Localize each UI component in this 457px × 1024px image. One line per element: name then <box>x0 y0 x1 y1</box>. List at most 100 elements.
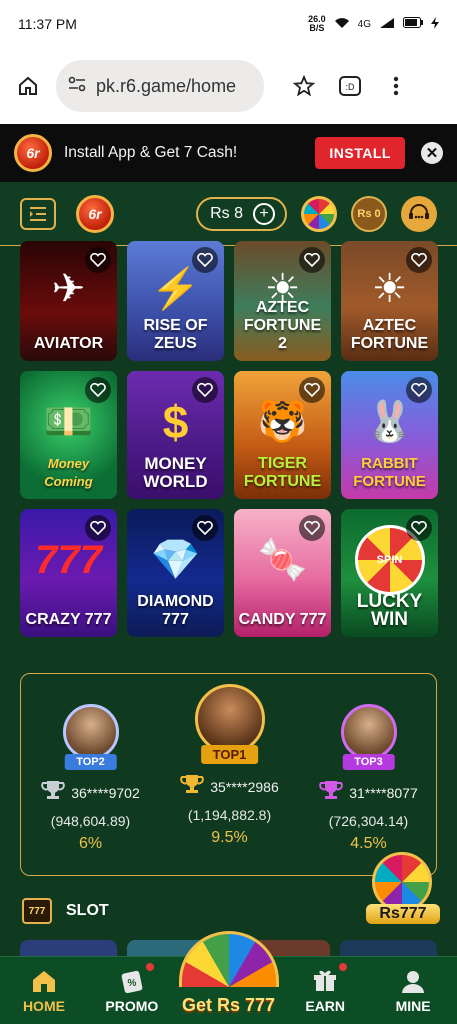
heart-icon[interactable] <box>85 247 111 273</box>
game-title: AZTEC FORTUNE <box>350 317 429 352</box>
game-title: DIAMOND 777 <box>137 593 214 628</box>
slot-section-header[interactable]: 777 SLOT <box>22 898 109 924</box>
star-icon[interactable] <box>290 72 318 100</box>
notification-dot <box>145 963 154 971</box>
network-type: 4G <box>357 18 371 30</box>
network-speed: 26.0 B/S <box>308 15 326 33</box>
bottom-nav: HOME % PROMO Get Rs 777 EARN MINE <box>0 931 457 1024</box>
header-logo[interactable]: 6r <box>76 194 114 233</box>
support-chat-icon[interactable] <box>401 195 437 232</box>
gold-trophy-icon <box>180 774 205 799</box>
tabs-icon[interactable]: :D <box>336 72 364 100</box>
leader-user-id: 36****9702 <box>71 784 140 801</box>
leader-amount: (1,194,882.8) <box>187 807 272 823</box>
heart-icon[interactable] <box>192 515 218 541</box>
game-art: $ <box>162 396 189 449</box>
notification-dot <box>339 963 348 971</box>
game-card-money-coming[interactable]: 💵 Money Coming <box>20 371 117 499</box>
balance-amount: Rs 8 <box>210 204 243 222</box>
more-menu-icon[interactable] <box>382 72 410 100</box>
battery-icon <box>403 17 423 31</box>
heart-icon[interactable] <box>406 377 432 403</box>
menu-toggle-icon[interactable] <box>20 197 56 230</box>
game-card-crazy-777[interactable]: 777 CRAZY 777 <box>20 509 117 637</box>
promo-ticket-icon: % <box>118 968 146 994</box>
game-card-diamond-777[interactable]: 💎 DIAMOND 777 <box>127 509 224 637</box>
game-card-lucky-win[interactable]: SPIN LUCKY WIN <box>341 509 438 637</box>
game-card-rise-of-zeus[interactable]: ⚡ RISE OF ZEUS <box>127 241 224 361</box>
svg-text:%: % <box>127 978 136 989</box>
avatar-frame: TOP1 <box>160 684 299 764</box>
money-bag-icon[interactable]: Rs 0 <box>351 195 387 232</box>
lucky-wheel-icon[interactable] <box>301 195 337 232</box>
game-title: AVIATOR <box>33 335 104 352</box>
heart-icon[interactable] <box>406 515 432 541</box>
status-indicators: 26.0 B/S 4G <box>308 15 439 33</box>
game-grid: ✈ AVIATOR ⚡ RISE OF ZEUS ☀ AZTEC FORTUNE… <box>20 241 438 637</box>
rank-ribbon: TOP2 <box>64 754 117 770</box>
game-title: TIGER FORTUNE <box>243 455 322 490</box>
floating-promo-label: Rs777 <box>366 904 440 924</box>
leaderboard: TOP2 36****9702 (948,604.89) 6% TOP1 35*… <box>20 673 437 876</box>
nav-home[interactable]: HOME <box>0 957 88 1024</box>
game-art: ☀ <box>371 267 408 311</box>
game-title: RABBIT FORTUNE <box>353 455 426 490</box>
wifi-icon <box>334 16 350 32</box>
game-card-candy-777[interactable]: 🍬 CANDY 777 <box>234 509 331 637</box>
close-icon[interactable]: ✕ <box>421 142 443 164</box>
rank-ribbon: TOP3 <box>342 754 395 770</box>
svg-text::D: :D <box>346 82 356 92</box>
gift-icon <box>311 968 339 994</box>
heart-icon[interactable] <box>406 247 432 273</box>
game-card-money-world[interactable]: $ MONEY WORLD <box>127 371 224 499</box>
status-bar: 11:37 PM 26.0 B/S 4G <box>0 0 457 48</box>
avatar-frame: TOP3 <box>299 704 438 770</box>
game-card-aztec-fortune-2[interactable]: ☀ AZTEC FORTUNE 2 <box>234 241 331 361</box>
nav-earn-label: EARN <box>305 998 346 1014</box>
leader-top2[interactable]: TOP2 36****9702 (948,604.89) 6% <box>21 704 160 853</box>
nav-earn[interactable]: EARN <box>281 957 369 1024</box>
nav-mine-label: MINE <box>395 998 431 1014</box>
game-title: LUCKY WIN <box>356 591 423 630</box>
app-logo: 6r <box>14 134 52 172</box>
avatar <box>62 704 119 760</box>
heart-icon[interactable] <box>192 247 218 273</box>
heart-icon[interactable] <box>299 247 325 273</box>
nav-promo[interactable]: % PROMO <box>88 957 176 1024</box>
install-button[interactable]: INSTALL <box>315 137 405 169</box>
game-card-tiger-fortune[interactable]: 🐯 TIGER FORTUNE <box>234 371 331 499</box>
leader-top1[interactable]: TOP1 35****2986 (1,194,882.8) 9.5% <box>160 684 299 847</box>
leader-user-row: 36****9702 <box>21 780 160 805</box>
silver-trophy-icon <box>41 780 66 805</box>
rank-ribbon: TOP1 <box>200 745 259 764</box>
heart-icon[interactable] <box>85 377 111 403</box>
game-art: 💵 <box>43 400 94 445</box>
game-title: RISE OF ZEUS <box>143 317 208 352</box>
avatar <box>194 684 265 754</box>
nav-home-label: HOME <box>22 998 65 1014</box>
heart-icon[interactable] <box>299 515 325 541</box>
nav-mine[interactable]: MINE <box>369 957 457 1024</box>
app-header: 6r Rs 8 + Rs 0 <box>0 182 457 246</box>
balance-pill[interactable]: Rs 8 + <box>196 196 287 231</box>
prize-wheel-icon <box>372 852 432 912</box>
game-title: CANDY 777 <box>238 611 327 628</box>
home-icon[interactable] <box>14 72 42 100</box>
signal-icon <box>379 17 395 32</box>
leader-percent: 6% <box>78 835 103 852</box>
floating-promo-button[interactable]: Rs777 <box>366 852 440 924</box>
nav-get-rs-777[interactable]: Get Rs 777 <box>176 931 281 1024</box>
heart-icon[interactable] <box>85 515 111 541</box>
heart-icon[interactable] <box>192 377 218 403</box>
heart-icon[interactable] <box>299 377 325 403</box>
site-settings-icon[interactable] <box>68 76 86 97</box>
game-card-aviator[interactable]: ✈ AVIATOR <box>20 241 117 361</box>
url-bar[interactable]: pk.r6.game/home <box>56 60 264 112</box>
game-art: 🐰 <box>364 400 415 445</box>
add-funds-icon[interactable]: + <box>253 202 275 225</box>
game-card-rabbit-fortune[interactable]: 🐰 RABBIT FORTUNE <box>341 371 438 499</box>
user-icon <box>399 968 427 994</box>
nav-center-label: Get Rs 777 <box>181 995 276 1015</box>
game-card-aztec-fortune[interactable]: ☀ AZTEC FORTUNE <box>341 241 438 361</box>
leader-top3[interactable]: TOP3 31****8077 (726,304.14) 4.5% <box>299 704 438 853</box>
